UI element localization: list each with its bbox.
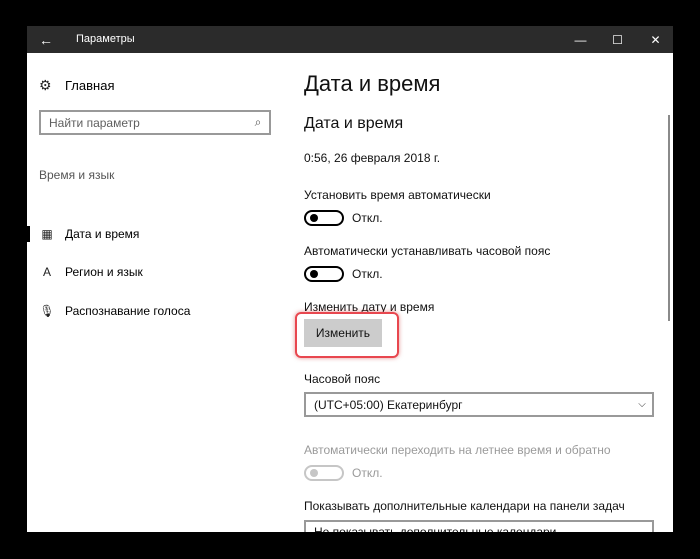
- microphone-icon: 🎙: [39, 304, 55, 318]
- change-button[interactable]: Изменить: [304, 319, 382, 347]
- calendar-clock-icon: ▦: [41, 227, 53, 241]
- search-icon[interactable]: ⌕: [247, 115, 269, 130]
- home-nav-item[interactable]: ⚙ Главная: [39, 77, 114, 94]
- back-arrow-icon[interactable]: ←: [27, 26, 65, 53]
- calendars-label: Показывать дополнительные календари на п…: [304, 499, 625, 513]
- toggle-state: Откл.: [352, 466, 383, 480]
- page-title: Дата и время: [304, 71, 441, 96]
- timezone-label: Часовой пояс: [304, 372, 381, 386]
- settings-window: ← Параметры — ☐ ✕ ⚙ Главная Найти параме…: [27, 26, 673, 532]
- dst-label: Автоматически переходить на летнее время…: [304, 443, 611, 457]
- gear-icon: ⚙: [39, 77, 52, 93]
- selected-indicator: [27, 226, 30, 242]
- toggle-state: Откл.: [352, 267, 383, 281]
- sidebar-item-label: Дата и время: [65, 227, 140, 241]
- current-datetime: 0:56, 26 февраля 2018 г.: [304, 151, 441, 165]
- main-content: Дата и время Дата и время 0:56, 26 февра…: [295, 53, 664, 532]
- toggle-switch: [304, 465, 344, 481]
- sidebar-item-label: Распознавание голоса: [65, 304, 191, 318]
- timezone-select[interactable]: (UTC+05:00) Екатеринбург ⌵: [304, 392, 654, 417]
- scrollbar[interactable]: [668, 115, 670, 321]
- chevron-down-icon: ⌵: [638, 399, 646, 410]
- title-bar: ← Параметры — ☐ ✕: [27, 26, 673, 53]
- search-placeholder: Найти параметр: [49, 115, 140, 130]
- section-label: Время и язык: [39, 168, 115, 182]
- calendars-select[interactable]: Не показывать дополнительные календари: [304, 520, 654, 532]
- sidebar-item-speech[interactable]: 🎙 Распознавание голоса: [27, 296, 277, 326]
- toggle-switch[interactable]: [304, 210, 344, 226]
- home-label: Главная: [65, 78, 115, 93]
- sidebar-item-region-language[interactable]: A Регион и язык: [27, 257, 277, 287]
- sidebar-item-date-time[interactable]: ▦ Дата и время: [27, 219, 277, 249]
- auto-time-label: Установить время автоматически: [304, 188, 491, 202]
- language-icon: A: [42, 265, 51, 279]
- minimize-icon[interactable]: —: [563, 26, 598, 53]
- section-title: Дата и время: [304, 115, 404, 132]
- auto-timezone-toggle[interactable]: Откл.: [304, 266, 383, 282]
- toggle-switch[interactable]: [304, 266, 344, 282]
- timezone-value: (UTC+05:00) Екатеринбург: [314, 397, 463, 412]
- auto-time-toggle[interactable]: Откл.: [304, 210, 383, 226]
- search-input[interactable]: Найти параметр ⌕: [39, 110, 271, 135]
- sidebar-item-label: Регион и язык: [65, 265, 143, 279]
- auto-timezone-label: Автоматически устанавливать часовой пояс: [304, 244, 551, 258]
- close-icon[interactable]: ✕: [638, 26, 673, 53]
- maximize-icon[interactable]: ☐: [600, 26, 635, 53]
- dst-toggle: Откл.: [304, 465, 383, 481]
- sidebar: ⚙ Главная Найти параметр ⌕ Время и язык …: [27, 53, 277, 532]
- window-title: Параметры: [76, 33, 135, 45]
- toggle-state: Откл.: [352, 211, 383, 225]
